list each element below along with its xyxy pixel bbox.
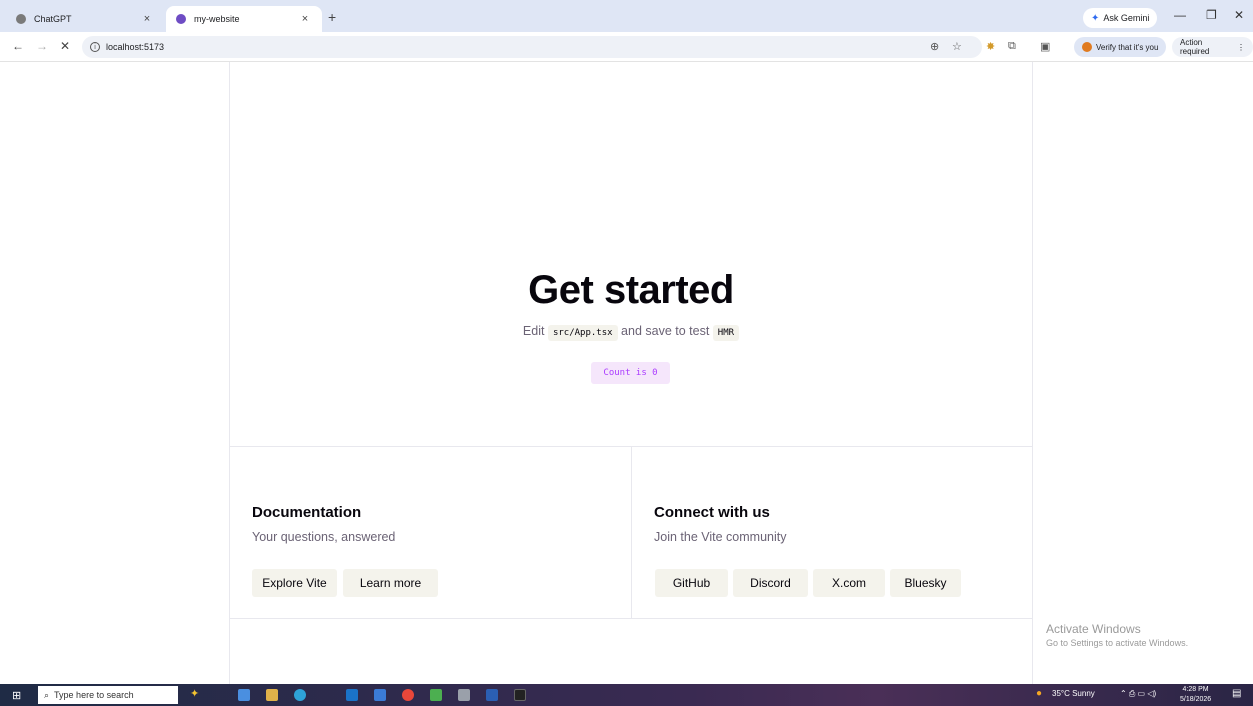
right-border [1032, 62, 1033, 684]
search-placeholder: Type here to search [54, 690, 134, 700]
watermark-line1: Activate Windows [1046, 622, 1141, 636]
subtitle-middle: and save to test [621, 324, 710, 338]
tab-chatgpt[interactable]: ChatGPT × [6, 6, 164, 32]
explore-vite-button[interactable]: Explore Vite [252, 569, 337, 597]
address-text: localhost:5173 [106, 42, 165, 52]
hmr-code: HMR [712, 325, 740, 341]
hero-subtitle: Edit src/App.tsx and save to test HMR [230, 324, 1032, 341]
browser-toolbar: ← → ✕ i localhost:5173 ⊕ ☆ ✸ ⧉ ▣ Verify … [0, 32, 1253, 62]
task-view-icon[interactable] [238, 689, 250, 701]
documentation-subtitle: Your questions, answered [252, 530, 396, 544]
discord-button[interactable]: Discord [733, 569, 808, 597]
sections-bottom-divider [229, 618, 1033, 619]
new-tab-button[interactable]: + [328, 9, 336, 25]
close-tab-icon[interactable]: × [298, 13, 312, 25]
windows-taskbar: ⊞ ⌕ Type here to search ✦ ● 35°C Sunny ⌃… [0, 684, 1253, 706]
chatgpt-favicon-icon [16, 14, 26, 24]
more-menu-icon: ⋮ [1237, 42, 1245, 52]
action-required-label: Action required [1180, 38, 1210, 56]
hero-bottom-divider [229, 446, 1033, 447]
taskbar-search-box[interactable]: ⌕ Type here to search [38, 686, 178, 704]
watermark-line2: Go to Settings to activate Windows. [1046, 638, 1189, 648]
connect-title: Connect with us [654, 504, 770, 521]
extensions-puzzle-icon[interactable]: ⧉ [1008, 40, 1016, 53]
center-divider [631, 446, 632, 618]
clock[interactable]: 4:28 PM 5/18/2026 [1180, 685, 1211, 705]
activate-windows-watermark: Activate Windows Go to Settings to activ… [1046, 622, 1188, 648]
chrome-icon[interactable] [402, 689, 414, 701]
search-icon: ⌕ [44, 689, 50, 700]
tab-search-icon[interactable]: ▣ [1040, 40, 1050, 53]
store-icon[interactable] [374, 689, 386, 701]
ask-gemini-label: Ask Gemini [1103, 13, 1150, 23]
tab-title: ChatGPT [34, 14, 72, 24]
clock-date: 5/18/2026 [1180, 696, 1212, 703]
page-title: Get started [528, 268, 734, 312]
action-required-button[interactable]: Action required ⋮ [1172, 37, 1253, 57]
tab-my-website[interactable]: my-website × [166, 6, 322, 32]
count-button[interactable]: Count is 0 [591, 362, 670, 384]
page-content: Get started Edit src/App.tsx and save to… [0, 62, 1253, 684]
notepad-icon[interactable] [430, 689, 442, 701]
documentation-title: Documentation [252, 504, 362, 521]
bluesky-button[interactable]: Bluesky [890, 569, 961, 597]
system-tray-icons[interactable]: ⌃ ⎙ ▭ ◁) [1120, 689, 1156, 699]
site-favicon-icon [176, 14, 186, 24]
site-info-icon[interactable]: i [90, 42, 100, 52]
address-bar[interactable]: i localhost:5173 [82, 36, 982, 58]
stop-loading-icon[interactable]: ✕ [60, 39, 70, 53]
close-window-icon[interactable]: ✕ [1234, 8, 1244, 22]
tab-strip: ChatGPT × my-website × + ✦ Ask Gemini — … [0, 0, 1253, 32]
profile-avatar-icon [1082, 42, 1092, 52]
clock-time: 4:28 PM [1182, 686, 1209, 693]
zoom-icon[interactable]: ⊕ [930, 40, 939, 53]
forward-icon[interactable]: → [36, 39, 48, 53]
subtitle-prefix: Edit [522, 324, 545, 338]
x-com-button[interactable]: X.com [813, 569, 885, 597]
file-path-code: src/App.tsx [547, 325, 618, 341]
paint-icon[interactable] [458, 689, 470, 701]
verify-identity-chip[interactable]: Verify that it's you [1074, 37, 1167, 57]
back-icon[interactable]: ← [12, 39, 24, 53]
minimize-icon[interactable]: — [1174, 8, 1186, 22]
tab-title: my-website [194, 14, 240, 24]
learn-more-button[interactable]: Learn more [343, 569, 438, 597]
copilot-sparkle-icon[interactable]: ✦ [190, 687, 199, 700]
close-tab-icon[interactable]: × [140, 13, 154, 25]
outlook-icon[interactable] [346, 689, 358, 701]
weather-icon: ● [1036, 688, 1043, 699]
file-explorer-icon[interactable] [266, 689, 278, 701]
github-button[interactable]: GitHub [655, 569, 728, 597]
extension-icon[interactable]: ✸ [986, 40, 995, 53]
restore-icon[interactable]: ❐ [1206, 8, 1217, 22]
terminal-icon[interactable] [514, 689, 526, 701]
verify-label: Verify that it's you [1096, 42, 1159, 52]
windows-start-icon[interactable]: ⊞ [12, 689, 21, 702]
weather-text[interactable]: 35°C Sunny [1052, 689, 1095, 698]
word-icon[interactable] [486, 689, 498, 701]
notifications-icon[interactable]: ▤ [1232, 688, 1241, 699]
edge-browser-icon[interactable] [294, 689, 306, 701]
connect-subtitle: Join the Vite community [654, 530, 787, 544]
gemini-icon: ✦ [1091, 12, 1100, 24]
left-border [229, 62, 230, 684]
bookmark-star-icon[interactable]: ☆ [952, 40, 962, 53]
ask-gemini-button[interactable]: ✦ Ask Gemini [1083, 8, 1158, 28]
